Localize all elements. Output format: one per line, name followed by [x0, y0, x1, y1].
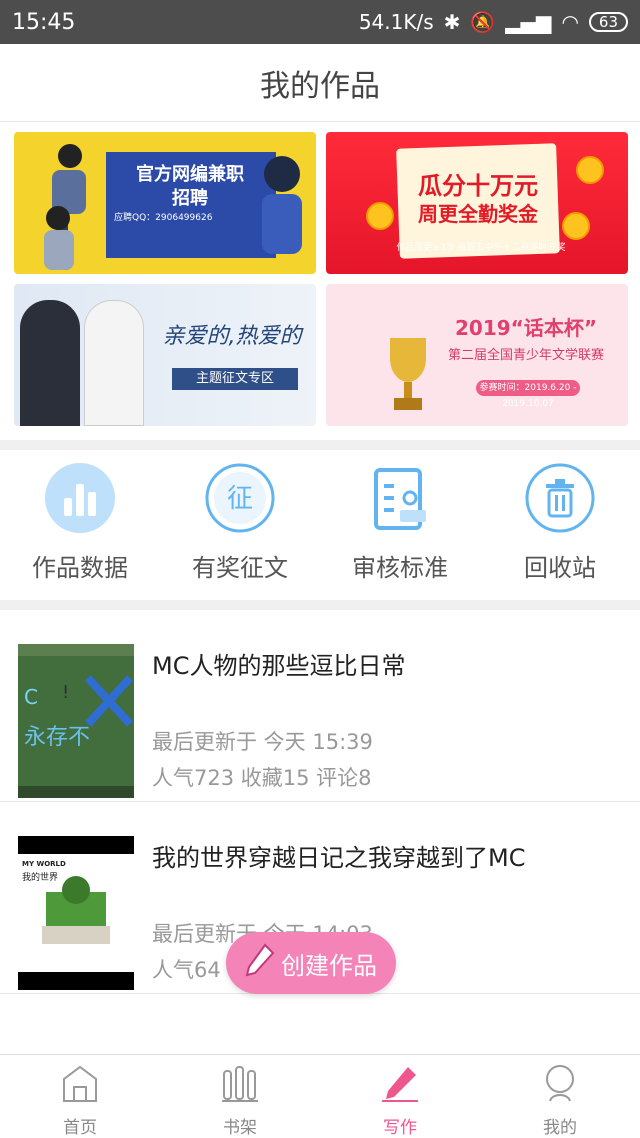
home-icon	[60, 1063, 100, 1107]
quick-action-contest[interactable]: 征 有奖征文	[160, 462, 320, 592]
user-icon	[540, 1063, 580, 1107]
tab-label: 我的	[543, 1118, 577, 1138]
quick-action-label: 审核标准	[352, 554, 448, 582]
work-cover: MY WORLD 我的世界	[18, 836, 134, 990]
banner-contest-date: 参赛时间：2019.6.20 - 2019.10.07	[476, 380, 580, 409]
work-cover: C ! 永存不	[18, 644, 134, 798]
work-title: 我的世界穿越日记之我穿越到了MC	[152, 844, 526, 872]
quick-action-data[interactable]: 作品数据	[0, 462, 160, 592]
section-divider	[0, 440, 640, 450]
bluetooth-icon: ✱	[443, 10, 461, 34]
bar-chart-icon	[44, 462, 116, 534]
svg-text:永存不: 永存不	[24, 725, 90, 750]
trash-icon	[524, 462, 596, 534]
coin-icon	[562, 212, 590, 240]
banner-bonus[interactable]: 瓜分十万元 周更全勤奖金 作品周更≥3次·每周五中午十二点准时开奖	[326, 132, 628, 274]
pencil-icon	[245, 943, 275, 983]
actress-figure	[84, 300, 144, 426]
banner-contest-title: 2019“话本杯”	[455, 316, 597, 340]
wifi-icon: ◠	[561, 10, 579, 34]
banner-contest[interactable]: 2019“话本杯” 第二届全国青少年文学联赛 参赛时间：2019.6.20 - …	[326, 284, 628, 426]
tab-label: 书架	[223, 1118, 257, 1138]
section-divider	[0, 600, 640, 610]
create-work-label: 创建作品	[281, 951, 377, 980]
banner-recruit[interactable]: 官方网编兼职 招聘 应聘QQ：2906499626	[14, 132, 316, 274]
banner-bonus-note: 作品周更≥3次·每周五中午十二点准时开奖	[396, 243, 566, 253]
page-title: 我的作品	[0, 44, 640, 122]
status-indicators: 54.1K/s ✱ 🔕 ▂▄▆ ◠ 63	[359, 10, 628, 34]
work-title: MC人物的那些逗比日常	[152, 652, 406, 680]
worker-figure-left	[44, 144, 86, 270]
coin-icon	[576, 156, 604, 184]
quick-action-label: 有奖征文	[192, 554, 288, 582]
svg-text:征: 征	[227, 484, 253, 514]
contest-icon: 征	[204, 462, 276, 534]
status-time: 15:45	[12, 9, 76, 35]
work-updated: 最后更新于 今天 15:39	[152, 730, 373, 754]
signal-icon: ▂▄▆	[505, 10, 552, 34]
bottom-tab-bar: 首页 书架 写作 我的	[0, 1054, 640, 1138]
work-stats: 人气64	[152, 958, 221, 982]
tab-label: 首页	[63, 1118, 97, 1138]
coin-icon	[366, 202, 394, 230]
status-bar: 15:45 54.1K/s ✱ 🔕 ▂▄▆ ◠ 63	[0, 0, 640, 44]
battery-indicator: 63	[588, 12, 628, 32]
review-icon	[364, 462, 436, 534]
banner-theme-title: 亲爱的,热爱的	[162, 324, 302, 349]
cover-title-en: MY WORLD	[22, 860, 66, 868]
work-stats: 人气723 收藏15 评论8	[152, 766, 372, 790]
work-item[interactable]: C ! 永存不 MC人物的那些逗比日常 最后更新于 今天 15:39 人气723…	[0, 610, 640, 802]
banner-grid: 官方网编兼职 招聘 应聘QQ：2906499626 瓜分十万元 周更全勤奖金 作…	[14, 132, 628, 426]
svg-text:!: !	[62, 682, 69, 703]
network-speed: 54.1K/s	[358, 10, 434, 34]
quick-action-trash[interactable]: 回收站	[480, 462, 640, 592]
banner-theme-label: 主题征文专区	[172, 368, 298, 390]
tab-me[interactable]: 我的	[480, 1055, 640, 1138]
quick-action-label: 作品数据	[32, 554, 128, 582]
quick-action-label: 回收站	[524, 554, 596, 582]
create-work-button[interactable]: 创建作品	[226, 932, 396, 994]
mute-icon: 🔕	[470, 10, 496, 34]
quick-action-review[interactable]: 审核标准	[320, 462, 480, 592]
banner-bonus-title: 瓜分十万元	[418, 172, 538, 200]
tab-label: 写作	[383, 1118, 417, 1138]
banner-bonus-subtitle: 周更全勤奖金	[418, 202, 538, 226]
tab-bookshelf[interactable]: 书架	[160, 1055, 320, 1138]
worker-figure-right	[262, 156, 302, 254]
pen-icon	[380, 1063, 420, 1107]
banner-theme[interactable]: 亲爱的,热爱的 主题征文专区	[14, 284, 316, 426]
tab-home[interactable]: 首页	[0, 1055, 160, 1138]
bookshelf-icon	[220, 1063, 260, 1107]
svg-text:C: C	[24, 685, 38, 709]
tab-writing[interactable]: 写作	[320, 1055, 480, 1138]
cover-title-cn: 我的世界	[22, 873, 59, 883]
quick-actions: 作品数据 征 有奖征文 审核标准 回收站	[0, 462, 640, 592]
actor-figure	[20, 300, 80, 426]
banner-contest-subtitle: 第二届全国青少年文学联赛	[447, 348, 604, 363]
